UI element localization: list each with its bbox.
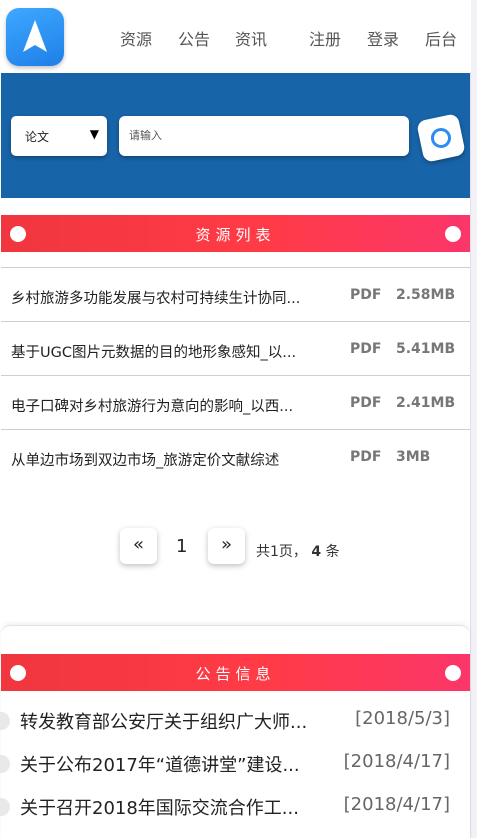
search-input-wrapper [119,116,409,156]
resource-size: 2.58MB [396,287,456,303]
notice-date: [2018/5/3] [355,708,450,729]
total-items: 4 [311,544,322,560]
prev-page-button[interactable]: « [120,528,157,564]
resource-section-header: 资源列表 [1,215,470,252]
dropdown-caret-icon: ▼ [89,127,99,141]
pagination-suffix: 条 [325,544,340,560]
search-input[interactable] [129,116,399,154]
category-select-value: 论文 [25,130,50,144]
next-page-button[interactable]: » [208,528,245,564]
notice-title[interactable]: 关于召开2018年国际交流合作工... [20,794,330,820]
navigation-arrow-icon [23,20,47,52]
resource-type: PDF [350,449,382,465]
resource-row[interactable]: 乡村旅游多功能发展与农村可持续生计协同... PDF 2.58MB [1,267,470,321]
notice-date: [2018/4/17] [343,751,450,772]
notice-item[interactable]: 关于公布2017年“道德讲堂”建设... [2018/4/17] [0,743,469,783]
resource-size: 2.41MB [396,395,456,411]
bullet-dot-icon [0,798,10,816]
search-circle-icon [429,126,453,150]
nav-link-announcements[interactable]: 公告 [178,26,210,50]
resource-list: 乡村旅游多功能发展与农村可持续生计协同... PDF 2.58MB 基于UGC图… [1,267,470,483]
top-header: 资源 公告 资讯 注册 登录 后台 [0,0,471,72]
resource-name[interactable]: 电子口碑对乡村旅游行为意向的影响_以西... [11,395,333,416]
decor-dot-right [445,226,461,242]
total-pages: 1 [270,544,279,560]
resource-size: 3MB [396,449,431,465]
app-logo[interactable] [6,8,64,66]
pagination-summary: 共1页， 4 条 [256,541,340,561]
resource-type: PDF [350,395,382,411]
nav-link-resources[interactable]: 资源 [120,26,152,50]
nav-link-admin[interactable]: 后台 [425,26,457,50]
notice-title[interactable]: 关于公布2017年“道德讲堂”建设... [20,751,330,777]
resource-size: 5.41MB [396,341,456,357]
pagination-mid: 页， [278,544,307,560]
notice-section-header: 公告信息 [1,654,470,691]
notice-item[interactable]: 关于召开2018年国际交流合作工... [2018/4/17] [0,786,469,826]
bullet-dot-icon [0,755,10,773]
notice-item[interactable]: 转发教育部公安厅关于组织广大师... [2018/5/3] [0,700,469,740]
notice-section-title: 公告信息 [195,665,276,683]
resource-type: PDF [350,341,382,357]
notice-date: [2018/4/17] [343,794,450,815]
resource-type: PDF [350,287,382,303]
resource-name[interactable]: 基于UGC图片元数据的目的地形象感知_以... [11,341,333,362]
resource-name[interactable]: 乡村旅游多功能发展与农村可持续生计协同... [11,287,333,308]
category-select[interactable]: 论文 ▼ [11,116,107,156]
resource-row[interactable]: 基于UGC图片元数据的目的地形象感知_以... PDF 5.41MB [1,321,470,375]
resource-section-title: 资源列表 [195,226,276,244]
search-band: 论文 ▼ [1,73,470,198]
resource-row[interactable]: 从单边市场到双边市场_旅游定价文献综述 PDF 3MB [1,429,470,483]
search-button[interactable] [416,113,466,163]
nav-link-register[interactable]: 注册 [309,26,341,50]
resource-name[interactable]: 从单边市场到双边市场_旅游定价文献综述 [11,449,333,470]
pagination-prefix: 共 [256,544,270,560]
current-page-number[interactable]: 1 [176,536,187,557]
nav-link-login[interactable]: 登录 [367,26,399,50]
decor-dot-right [445,665,461,681]
notice-title[interactable]: 转发教育部公安厅关于组织广大师... [20,708,330,734]
bullet-dot-icon [0,712,10,730]
nav-link-news[interactable]: 资讯 [235,26,267,50]
resource-row[interactable]: 电子口碑对乡村旅游行为意向的影响_以西... PDF 2.41MB [1,375,470,429]
page: 资源 公告 资讯 注册 登录 后台 论文 ▼ 资源列表 乡村旅游多功能发展与农村… [0,0,471,838]
